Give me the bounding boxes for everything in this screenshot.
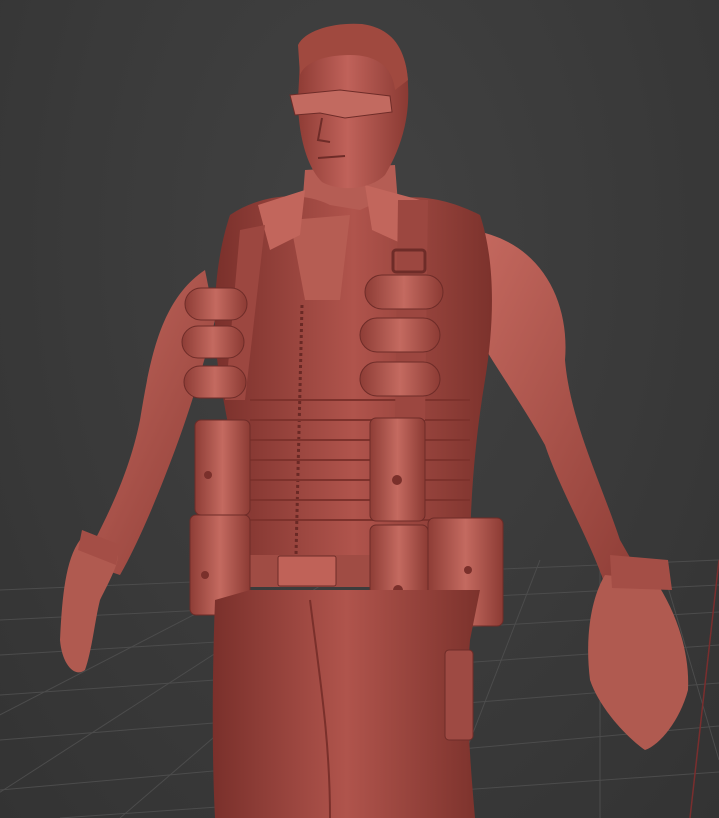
sculpt-model[interactable] xyxy=(60,23,689,818)
viewport-canvas xyxy=(0,23,719,818)
belt-buckle xyxy=(277,555,337,587)
right-hand xyxy=(588,575,689,750)
pants-pocket xyxy=(444,649,474,741)
right-cartridges xyxy=(359,274,444,397)
x-axis-line xyxy=(689,559,719,818)
3d-viewport[interactable] xyxy=(0,0,719,818)
sunglasses xyxy=(289,89,393,119)
right-glove-cuff xyxy=(610,555,672,590)
left-cartridges xyxy=(181,287,248,399)
pants xyxy=(212,590,480,818)
